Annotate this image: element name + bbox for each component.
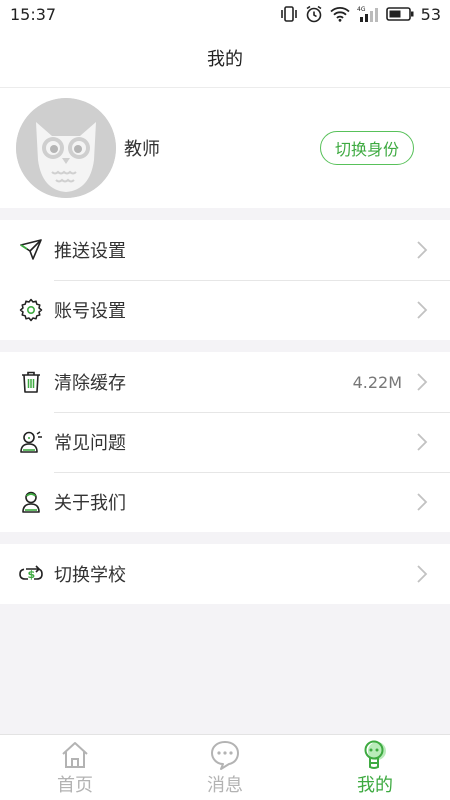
page-header: 我的 xyxy=(0,28,450,88)
tab-home[interactable]: 首页 xyxy=(0,735,150,800)
switch-school-label: 切换学校 xyxy=(54,565,126,586)
chevron-right-icon xyxy=(417,433,428,451)
faq-item[interactable]: 常见问题 xyxy=(0,412,450,472)
trash-icon xyxy=(18,369,44,395)
about-us-item[interactable]: 关于我们 xyxy=(0,472,450,532)
tab-me[interactable]: 我的 xyxy=(300,735,450,800)
about-us-label: 关于我们 xyxy=(54,493,126,514)
switch-school-icon: $ xyxy=(18,561,44,587)
push-settings-label: 推送设置 xyxy=(54,241,126,262)
signal-icon: 4G xyxy=(357,5,379,23)
alarm-icon xyxy=(305,5,323,23)
page-title: 我的 xyxy=(207,48,243,70)
school-group: $ 切换学校 xyxy=(0,544,450,604)
vibrate-icon xyxy=(280,6,298,22)
network-type-label: 4G xyxy=(357,6,366,13)
faq-label: 常见问题 xyxy=(54,433,126,454)
account-settings-label: 账号设置 xyxy=(54,301,126,322)
battery-level: 53 xyxy=(420,4,441,24)
tab-me-label: 我的 xyxy=(357,775,393,796)
home-icon xyxy=(62,742,88,768)
clear-cache-label: 清除缓存 xyxy=(54,373,126,394)
chevron-right-icon xyxy=(417,373,428,391)
bottom-tab-bar: 首页 消息 我的 xyxy=(0,734,450,800)
chevron-right-icon xyxy=(417,301,428,319)
account-settings-item[interactable]: 账号设置 xyxy=(0,280,450,340)
tab-home-label: 首页 xyxy=(57,775,93,796)
clear-cache-item[interactable]: 清除缓存 4.22M xyxy=(0,352,450,412)
user-role: 教师 xyxy=(124,139,160,160)
chevron-right-icon xyxy=(417,565,428,583)
wifi-icon xyxy=(330,6,350,22)
about-person-icon xyxy=(18,489,44,515)
status-time: 15:37 xyxy=(10,4,57,24)
push-settings-item[interactable]: 推送设置 xyxy=(0,220,450,280)
svg-text:$: $ xyxy=(28,568,36,581)
support-group: 清除缓存 4.22M 常见问题 关于我们 xyxy=(0,352,450,532)
settings-group: 推送设置 账号设置 xyxy=(0,220,450,340)
status-bar: 15:37 4G 53 xyxy=(0,0,450,28)
faq-person-icon xyxy=(18,429,44,455)
paper-plane-icon xyxy=(18,237,44,263)
tab-messages[interactable]: 消息 xyxy=(150,735,300,800)
cache-size: 4.22M xyxy=(352,372,402,392)
chevron-right-icon xyxy=(417,241,428,259)
tab-messages-label: 消息 xyxy=(207,775,243,796)
battery-icon xyxy=(385,7,414,21)
chevron-right-icon xyxy=(417,493,428,511)
me-icon xyxy=(364,740,386,769)
switch-school-item[interactable]: $ 切换学校 xyxy=(0,544,450,604)
profile-card: 教师 切换身份 xyxy=(0,88,450,208)
owl-icon xyxy=(16,98,116,198)
switch-identity-button[interactable]: 切换身份 xyxy=(319,131,414,165)
message-icon xyxy=(211,741,239,770)
gear-icon xyxy=(18,297,44,323)
avatar[interactable] xyxy=(16,98,116,198)
